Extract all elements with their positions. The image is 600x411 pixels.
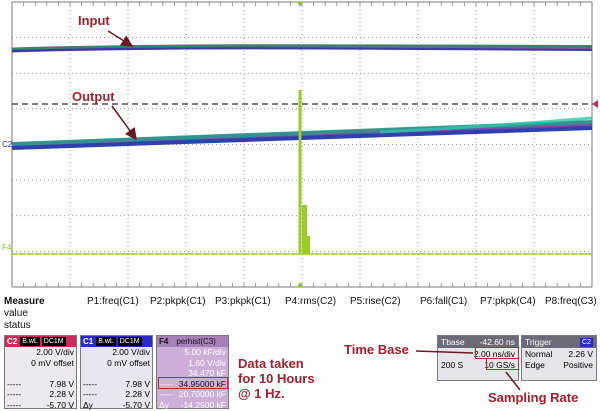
- channel-value: 20.70000 kF: [178, 389, 226, 400]
- channel-tag: B.wL: [96, 337, 116, 346]
- trigger-slope: Positive: [563, 359, 593, 370]
- data-note-line: Data taken: [238, 356, 304, 371]
- row-prefix: -----: [83, 389, 98, 400]
- data-note-line: @ 1 Hz.: [238, 386, 285, 401]
- trigger-channel: C2: [580, 337, 593, 347]
- channel-value: 7.98 V: [125, 378, 150, 389]
- channel-value: 2.28 V: [49, 389, 74, 400]
- channel-tag: perhist(C3): [176, 337, 216, 346]
- trigger-type: Edge: [525, 359, 545, 370]
- measure-col-p8[interactable]: P8:freq(C3): [545, 296, 597, 307]
- c2-marker: C2: [2, 140, 13, 149]
- measure-bar: Measure value status P1:freq(C1) P2:pkpk…: [0, 292, 600, 332]
- measure-col-p6[interactable]: P6:fall(C1): [420, 296, 467, 307]
- measure-title[interactable]: Measure: [4, 296, 45, 307]
- measure-col-p7[interactable]: P7:pkpk(C4): [480, 296, 536, 307]
- measure-col-p4[interactable]: P4:rms(C2): [285, 296, 336, 307]
- timebase-annotation: Time Base: [344, 342, 409, 357]
- waveform-display: C2 F4: [2, 1, 598, 288]
- trigger-right-marker: [592, 100, 598, 108]
- row-prefix: -----: [7, 389, 22, 400]
- row-prefix: Δy: [159, 399, 169, 410]
- measure-col-p5[interactable]: P5:rise(C2): [350, 296, 401, 307]
- oscilloscope-screen: C2 F4: [0, 0, 600, 290]
- row-prefix: -----: [159, 389, 174, 400]
- f4-marker: F4: [2, 243, 12, 252]
- channel-tag: B.wL: [20, 337, 40, 346]
- trigger-title: Trigger: [525, 337, 552, 347]
- measure-col-p1[interactable]: P1:freq(C1): [87, 296, 139, 307]
- channel-value: -5.70 V: [46, 399, 74, 410]
- row-prefix: -----: [7, 399, 22, 410]
- data-note: Data taken for 10 Hours @ 1 Hz.: [238, 356, 315, 401]
- input-annotation: Input: [78, 13, 110, 28]
- channel-id: C1: [83, 337, 94, 346]
- sampling-rate-annotation: Sampling Rate: [488, 390, 579, 405]
- channel-value: 2.28 V: [125, 389, 150, 400]
- measure-col-p2[interactable]: P2:pkpk(C1): [150, 296, 206, 307]
- channel-offset: 1.60 V/div: [188, 357, 226, 368]
- trigger-panel[interactable]: Trigger C2 Normal 2.26 V Edge Positive: [521, 335, 597, 381]
- measure-col-p3[interactable]: P3:pkpk(C1): [215, 296, 271, 307]
- channel-vdiv: 2.00 V/div: [112, 347, 150, 358]
- timebase-samples: 200 S: [441, 359, 464, 370]
- timebase-title: Tbase: [441, 337, 465, 347]
- channel-panel-c2[interactable]: C2 B.wL DC1M 2.00 V/div 0 mV offset ----…: [4, 335, 77, 410]
- channel-tag: DC1M: [117, 337, 142, 346]
- channel-panel-f4[interactable]: F4 perhist(C3) 5.00 kF/div 1.60 V/div 34…: [156, 335, 229, 410]
- highlight-box-histogram: [158, 377, 228, 389]
- channel-value: -14.2500 kF: [180, 399, 226, 410]
- channel-value: -5.70 V: [122, 399, 150, 410]
- trigger-level: 2.26 V: [568, 348, 593, 359]
- output-arrow: [111, 105, 137, 141]
- highlight-box-rate: [486, 358, 519, 370]
- channel-tag: DC1M: [41, 337, 66, 346]
- channel-panel-c1[interactable]: C1 B.wL DC1M 2.00 V/div 0 mV offset ----…: [80, 335, 153, 410]
- output-annotation: Output: [72, 89, 115, 104]
- row-prefix: -----: [83, 378, 98, 389]
- channel-id: F4: [159, 337, 169, 346]
- channel-offset: 0 mV offset: [107, 357, 150, 368]
- measure-status-label: status: [4, 320, 31, 331]
- channel-offset: 0 mV offset: [31, 357, 74, 368]
- channel-id: C2: [7, 337, 18, 346]
- timebase-offset: -42.60 ns: [479, 337, 515, 347]
- row-prefix: -----: [7, 378, 22, 389]
- input-arrow: [107, 30, 134, 47]
- data-note-line: for 10 Hours: [238, 371, 315, 386]
- channel-vdiv: 5.00 kF/div: [184, 347, 226, 358]
- histogram-trace: [298, 90, 310, 254]
- trigger-mode: Normal: [525, 348, 553, 359]
- channel-value: 7.98 V: [49, 378, 74, 389]
- row-prefix: Δy: [83, 399, 93, 410]
- channel-vdiv: 2.00 V/div: [36, 347, 74, 358]
- measure-value-label: value: [4, 308, 28, 319]
